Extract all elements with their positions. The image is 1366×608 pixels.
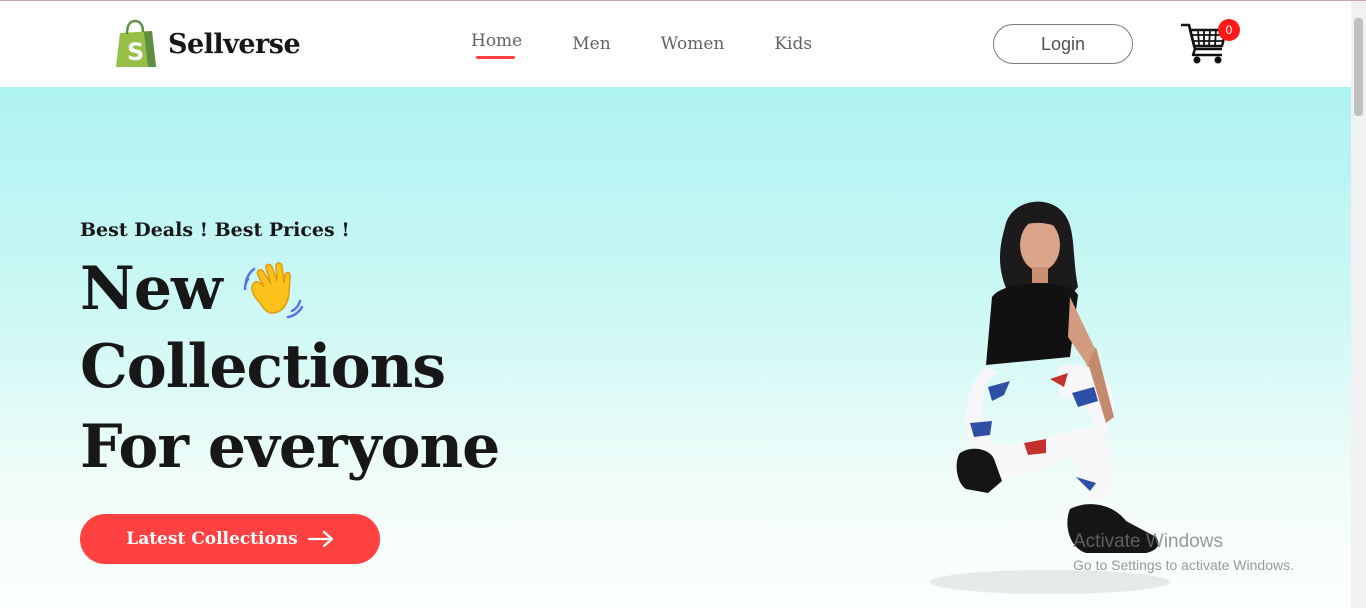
watermark-subtitle: Go to Settings to activate Windows. [1073,557,1294,573]
cta-label: Latest Collections [126,529,298,549]
svg-text:S: S [127,38,144,66]
nav-label-kids: Kids [774,34,813,54]
nav-item-kids[interactable]: Kids [774,34,812,54]
brand-name: Sellverse [168,28,301,60]
nav-menu: Home Men Women Kids [471,31,812,59]
nav-item-men[interactable]: Men [572,34,610,54]
watermark-title: Activate Windows [1073,531,1223,552]
windows-activation-watermark: Activate Windows Go to Settings to activ… [1073,531,1294,573]
scrollbar-thumb[interactable] [1354,18,1363,116]
cart-button[interactable]: 0 [1180,19,1240,65]
cart-count-badge: 0 [1218,19,1240,41]
hero-tagline: Best Deals ! Best Prices ! [80,219,350,241]
active-nav-indicator [476,56,515,59]
nav-item-home[interactable]: Home [471,31,523,59]
login-button[interactable]: Login [993,24,1133,64]
latest-collections-button[interactable]: Latest Collections [80,514,380,564]
waving-hand-icon [243,262,303,319]
arrow-right-icon [307,530,333,548]
page: S Sellverse Home Men Women Kids Login 0 … [0,0,1366,608]
nav-label-home: Home [471,31,523,51]
vertical-scrollbar[interactable] [1351,1,1366,608]
navbar: S Sellverse Home Men Women Kids Login 0 [0,1,1351,87]
nav-label-women: Women [660,34,725,54]
hero-headline-line-1: New [80,257,306,321]
nav-label-men: Men [572,34,611,54]
hero-headline-line-3: For everyone [80,412,500,482]
hero-headline-line-2: Collections [80,332,446,402]
nav-item-women[interactable]: Women [661,34,725,54]
shopping-bag-icon: S [116,19,156,67]
hero-section: Best Deals ! Best Prices ! New Collectio… [0,87,1351,608]
brand-logo[interactable]: S Sellverse [114,19,301,69]
headline-word-new: New [80,254,223,324]
